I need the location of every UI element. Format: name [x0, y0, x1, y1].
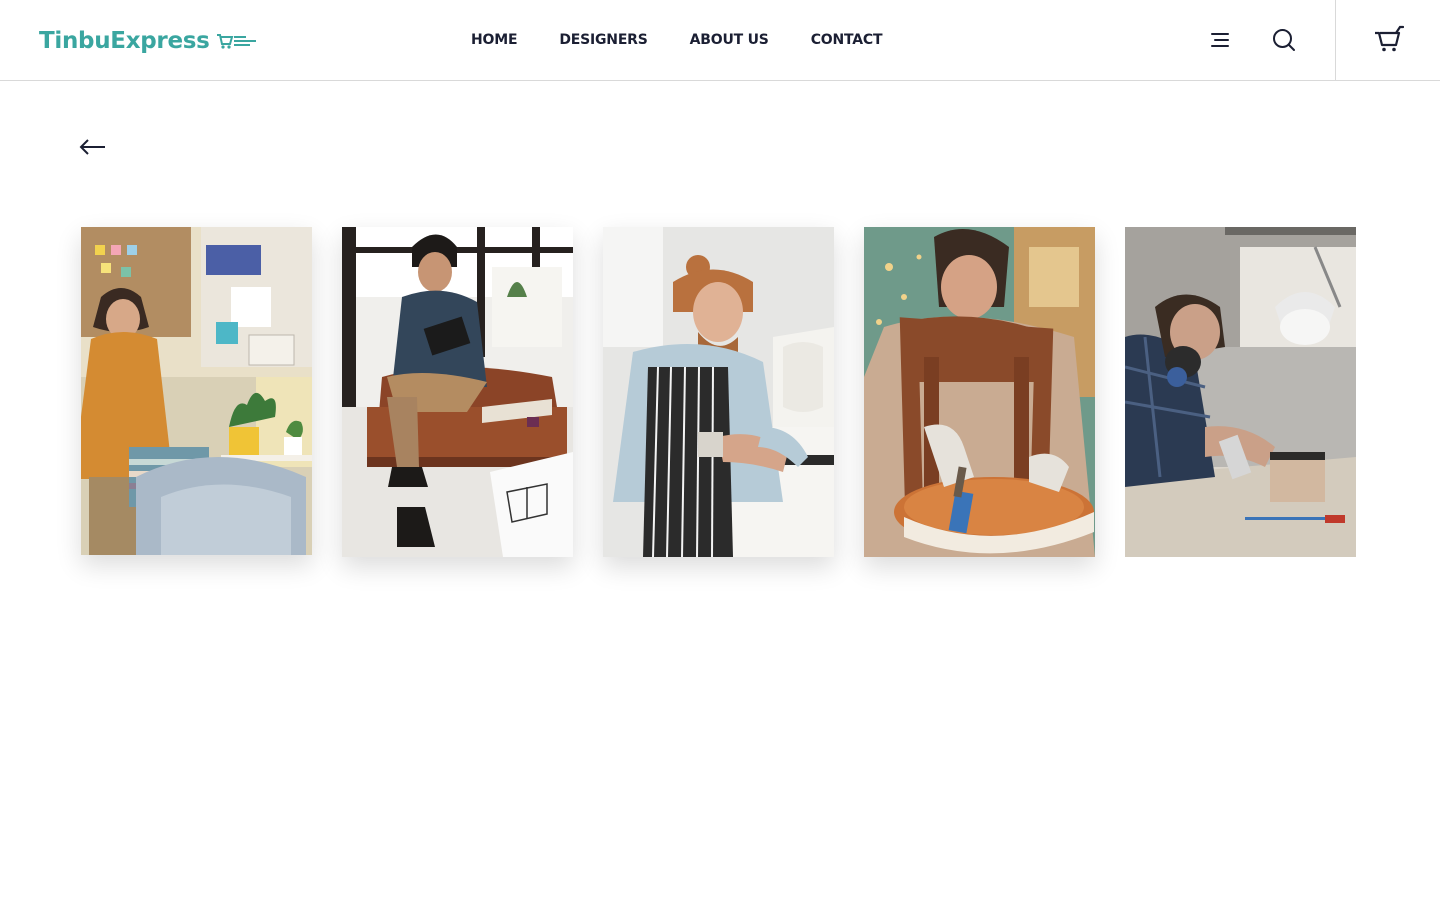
- gallery-photo-2[interactable]: [342, 227, 573, 557]
- gallery-photo-4[interactable]: [864, 227, 1095, 557]
- gallery-photo-5[interactable]: [1125, 227, 1356, 557]
- cart-button[interactable]: [1335, 0, 1440, 80]
- cart-icon[interactable]: [1374, 25, 1404, 53]
- brand-logo[interactable]: TinbuExpress: [39, 24, 258, 58]
- nav-home[interactable]: HOME: [471, 30, 518, 50]
- speeding-cart-icon: [216, 34, 256, 49]
- gallery-photo-3[interactable]: [603, 227, 834, 557]
- brand-name: TinbuExpress: [39, 28, 210, 54]
- craftsman-with-respirator-photo: [1125, 227, 1356, 557]
- arrow-left-icon[interactable]: [79, 136, 107, 158]
- designer-with-fabric-swatches-photo: [81, 227, 312, 555]
- carpenter-working-on-furniture-photo: [603, 227, 834, 557]
- main-nav: HOME DESIGNERS ABOUT US CONTACT: [471, 30, 883, 50]
- woman-painting-chair-photo: [864, 227, 1095, 557]
- nav-about-us[interactable]: ABOUT US: [690, 30, 769, 50]
- photo-gallery: [81, 227, 1356, 558]
- gallery-photo-1[interactable]: [81, 227, 312, 555]
- site-header: TinbuExpress HOME DESIGNERS ABOUT US CON…: [0, 0, 1440, 81]
- nav-designers[interactable]: DESIGNERS: [559, 30, 648, 50]
- nav-contact[interactable]: CONTACT: [811, 30, 883, 50]
- menu-icon[interactable]: [1206, 26, 1234, 54]
- designer-on-leather-sofa-photo: [342, 227, 573, 557]
- search-icon[interactable]: [1270, 26, 1298, 54]
